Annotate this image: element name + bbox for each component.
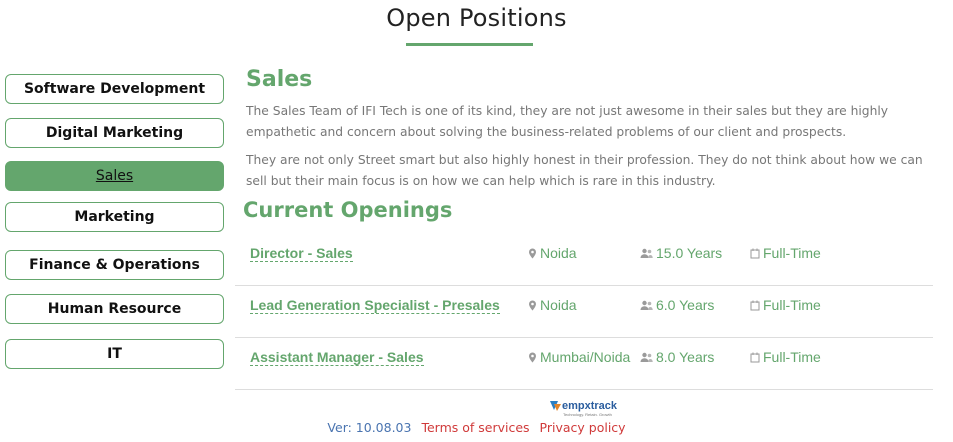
job-type: Full-Time xyxy=(750,297,821,313)
job-row: Director - Sales Noida 15.0 Years Full-T… xyxy=(235,234,933,286)
dept-tab-label: Human Resource xyxy=(47,301,182,317)
job-title-link[interactable]: Director - Sales xyxy=(250,245,353,262)
footer-links: Ver: 10.08.03 Terms of services Privacy … xyxy=(0,420,953,435)
job-experience-text: 6.0 Years xyxy=(656,297,715,313)
calendar-icon xyxy=(750,248,760,258)
dept-tab-sales[interactable]: Sales xyxy=(5,161,224,191)
terms-of-services-link[interactable]: Terms of services xyxy=(421,420,529,435)
job-experience: 6.0 Years xyxy=(640,297,714,313)
page-title: Open Positions xyxy=(386,4,567,32)
dept-tab-label: Digital Marketing xyxy=(45,125,184,141)
job-type: Full-Time xyxy=(750,349,821,365)
users-icon xyxy=(640,248,653,258)
job-location: Mumbai/Noida xyxy=(528,349,630,365)
job-title-link[interactable]: Lead Generation Specialist - Presales xyxy=(250,297,500,314)
dept-tab-label: Software Development xyxy=(23,81,206,97)
section-title: Sales xyxy=(246,67,313,92)
calendar-icon xyxy=(750,352,760,362)
dept-tab-digital-marketing[interactable]: Digital Marketing xyxy=(5,118,224,148)
job-experience-text: 8.0 Years xyxy=(656,349,715,365)
job-type-text: Full-Time xyxy=(763,297,821,313)
job-location: Noida xyxy=(528,297,577,313)
users-icon xyxy=(640,352,653,362)
location-pin-icon xyxy=(529,248,536,258)
job-type-text: Full-Time xyxy=(763,349,821,365)
dept-tab-label: Marketing xyxy=(74,209,155,225)
job-location-text: Noida xyxy=(540,297,577,313)
openings-title: Current Openings xyxy=(243,198,453,222)
users-icon xyxy=(640,300,653,310)
job-location-text: Noida xyxy=(540,245,577,261)
dept-tab-finance-operations[interactable]: Finance & Operations xyxy=(5,250,224,280)
section-description: The Sales Team of IFI Tech is one of its… xyxy=(246,104,889,139)
job-type-text: Full-Time xyxy=(763,245,821,261)
location-pin-icon xyxy=(529,300,536,310)
job-title-link[interactable]: Assistant Manager - Sales xyxy=(250,349,424,366)
job-type: Full-Time xyxy=(750,245,821,261)
logo-tagline: Technology. Retain. Growth xyxy=(563,412,612,417)
job-experience: 15.0 Years xyxy=(640,245,722,261)
job-location: Noida xyxy=(528,245,577,261)
dept-tab-it[interactable]: IT xyxy=(5,339,224,369)
logo-wordmark: empxtrack xyxy=(562,400,618,412)
location-pin-icon xyxy=(529,352,536,362)
calendar-icon xyxy=(750,300,760,310)
job-location-text: Mumbai/Noida xyxy=(540,349,631,365)
section-description: They are not only Street smart but also … xyxy=(246,153,923,188)
dept-tab-software-development[interactable]: Software Development xyxy=(5,74,224,104)
dept-tab-marketing[interactable]: Marketing xyxy=(5,202,224,232)
version-text: Ver: 10.08.03 xyxy=(327,420,412,435)
dept-tab-label: Finance & Operations xyxy=(29,257,200,273)
dept-tab-human-resource[interactable]: Human Resource xyxy=(5,294,224,324)
privacy-policy-link[interactable]: Privacy policy xyxy=(540,420,626,435)
dept-tab-label: Sales xyxy=(95,168,134,184)
dept-tab-label: IT xyxy=(107,346,122,362)
job-experience-text: 15.0 Years xyxy=(656,245,723,261)
empxtrack-logo: empxtrack Technology. Retain. Growth xyxy=(550,400,618,417)
title-underline xyxy=(406,43,533,46)
job-row: Lead Generation Specialist - Presales No… xyxy=(235,286,933,338)
job-row: Assistant Manager - Sales Mumbai/Noida 8… xyxy=(235,338,933,390)
job-experience: 8.0 Years xyxy=(640,349,714,365)
